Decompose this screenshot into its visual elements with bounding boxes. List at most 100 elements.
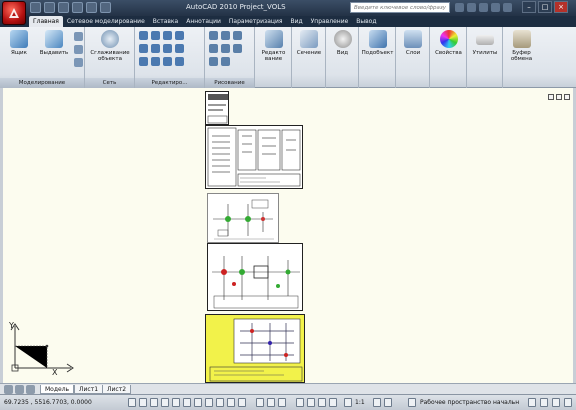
hatch-icon[interactable]: [233, 44, 242, 53]
clipboard-button[interactable]: Буфер обмена: [505, 30, 538, 62]
drawing-sheet-title[interactable]: [205, 91, 229, 125]
polyline-icon[interactable]: [221, 31, 230, 40]
ducs-icon[interactable]: [205, 398, 213, 407]
first-layout-icon[interactable]: [4, 385, 13, 394]
subscription-icon[interactable]: [467, 3, 476, 12]
polar-icon[interactable]: [161, 398, 169, 407]
panel-title-draw[interactable]: Рисование: [205, 78, 254, 88]
drawing-sheet-2[interactable]: [205, 125, 303, 189]
viewport-minimize-button[interactable]: [548, 94, 554, 100]
drawing-sheet-4[interactable]: [207, 243, 303, 311]
section-button[interactable]: Сечение: [294, 30, 324, 56]
quick-view-layouts-icon[interactable]: [267, 398, 275, 407]
minimize-button[interactable]: –: [522, 1, 536, 13]
clean-screen-icon[interactable]: [564, 398, 572, 407]
maximize-button[interactable]: □: [538, 1, 552, 13]
auto-scale-icon[interactable]: [384, 398, 392, 407]
tab-sheet1[interactable]: Лист1: [74, 385, 104, 394]
extrude-button[interactable]: Выдавить: [37, 30, 71, 56]
fillet-edge-icon[interactable]: [151, 44, 160, 53]
taper-faces-icon[interactable]: [163, 44, 172, 53]
tab-home[interactable]: Главная: [29, 16, 63, 27]
ellipse-icon[interactable]: [221, 57, 230, 66]
quick-properties-icon[interactable]: [238, 398, 246, 407]
ortho-icon[interactable]: [150, 398, 158, 407]
arc-icon[interactable]: [233, 31, 242, 40]
tab-parametric[interactable]: Параметризация: [225, 16, 287, 27]
pan-icon[interactable]: [296, 398, 304, 407]
edit-view-button[interactable]: Редакто вание: [257, 30, 290, 62]
union-icon[interactable]: [139, 31, 148, 40]
panel-title-mesh[interactable]: Сеть: [85, 78, 134, 88]
subtract-icon[interactable]: [151, 31, 160, 40]
smooth-object-button[interactable]: Сглаживание объекта: [88, 30, 132, 62]
shell-icon[interactable]: [151, 57, 160, 66]
open-file-icon[interactable]: [44, 2, 55, 13]
new-file-icon[interactable]: [30, 2, 41, 13]
viewport-close-button[interactable]: [564, 94, 570, 100]
search-input[interactable]: Введите ключевое слово/фразу: [350, 2, 450, 13]
workspace-switch-icon[interactable]: [408, 398, 416, 407]
tab-insert[interactable]: Вставка: [149, 16, 182, 27]
prev-layout-icon[interactable]: [15, 385, 24, 394]
zoom-icon[interactable]: [307, 398, 315, 407]
presspull-icon[interactable]: [74, 32, 83, 41]
polygon-icon[interactable]: [209, 57, 218, 66]
tab-model[interactable]: Модель: [40, 385, 75, 394]
line-icon[interactable]: [209, 31, 218, 40]
annotation-visibility-icon[interactable]: [373, 398, 381, 407]
showmotion-icon[interactable]: [329, 398, 337, 407]
panel-title-solid-edit[interactable]: Редактиро...: [135, 78, 204, 88]
search-icon[interactable]: [455, 3, 464, 12]
favorites-icon[interactable]: [491, 3, 500, 12]
intersect-icon[interactable]: [163, 31, 172, 40]
drawing-sheet-5-selected[interactable]: [205, 314, 305, 383]
osnap-icon[interactable]: [172, 398, 180, 407]
application-menu-button[interactable]: [2, 1, 26, 25]
loft-icon[interactable]: [74, 58, 83, 67]
plot-icon[interactable]: [100, 2, 111, 13]
layers-button[interactable]: Слои: [398, 30, 428, 56]
tab-annotate[interactable]: Аннотации: [182, 16, 225, 27]
tab-manage[interactable]: Управление: [307, 16, 353, 27]
grid-icon[interactable]: [139, 398, 147, 407]
rectangle-icon[interactable]: [221, 44, 230, 53]
annotation-scale[interactable]: 1:1: [355, 399, 365, 406]
separate-icon[interactable]: [139, 57, 148, 66]
offset-edge-icon[interactable]: [175, 57, 184, 66]
view-button[interactable]: Вид: [328, 30, 357, 56]
annotation-scale-icon[interactable]: [344, 398, 352, 407]
help-icon[interactable]: [503, 3, 512, 12]
imprint-icon[interactable]: [163, 57, 172, 66]
slice-icon[interactable]: [175, 31, 184, 40]
lineweight-icon[interactable]: [227, 398, 235, 407]
drawing-sheet-3[interactable]: [207, 193, 279, 243]
3d-osnap-icon[interactable]: [183, 398, 191, 407]
model-space-icon[interactable]: [256, 398, 264, 407]
viewport-restore-button[interactable]: [556, 94, 562, 100]
lock-icon[interactable]: [528, 398, 536, 407]
utilities-button[interactable]: Утилиты: [469, 30, 501, 56]
snap-icon[interactable]: [128, 398, 136, 407]
next-layout-icon[interactable]: [26, 385, 35, 394]
redo-icon[interactable]: [86, 2, 97, 13]
isolate-objects-icon[interactable]: [552, 398, 560, 407]
tab-sheet2[interactable]: Лист2: [102, 385, 132, 394]
properties-button[interactable]: Свойства: [432, 30, 465, 56]
tab-view[interactable]: Вид: [286, 16, 306, 27]
hardware-acceleration-icon[interactable]: [540, 398, 548, 407]
extract-edges-icon[interactable]: [139, 44, 148, 53]
workspace-selector[interactable]: Рабочее пространство начальн: [420, 399, 519, 406]
subobject-button[interactable]: Подобъект: [361, 30, 394, 56]
quick-view-drawings-icon[interactable]: [278, 398, 286, 407]
otrack-icon[interactable]: [194, 398, 202, 407]
undo-icon[interactable]: [72, 2, 83, 13]
close-button[interactable]: ×: [554, 1, 568, 13]
panel-title-modeling[interactable]: Моделирование: [0, 78, 84, 88]
dyn-icon[interactable]: [216, 398, 224, 407]
communication-center-icon[interactable]: [479, 3, 488, 12]
box-button[interactable]: Ящик: [4, 30, 34, 56]
save-icon[interactable]: [58, 2, 69, 13]
model-space-canvas[interactable]: Y X: [3, 88, 573, 383]
tab-output[interactable]: Вывод: [352, 16, 380, 27]
